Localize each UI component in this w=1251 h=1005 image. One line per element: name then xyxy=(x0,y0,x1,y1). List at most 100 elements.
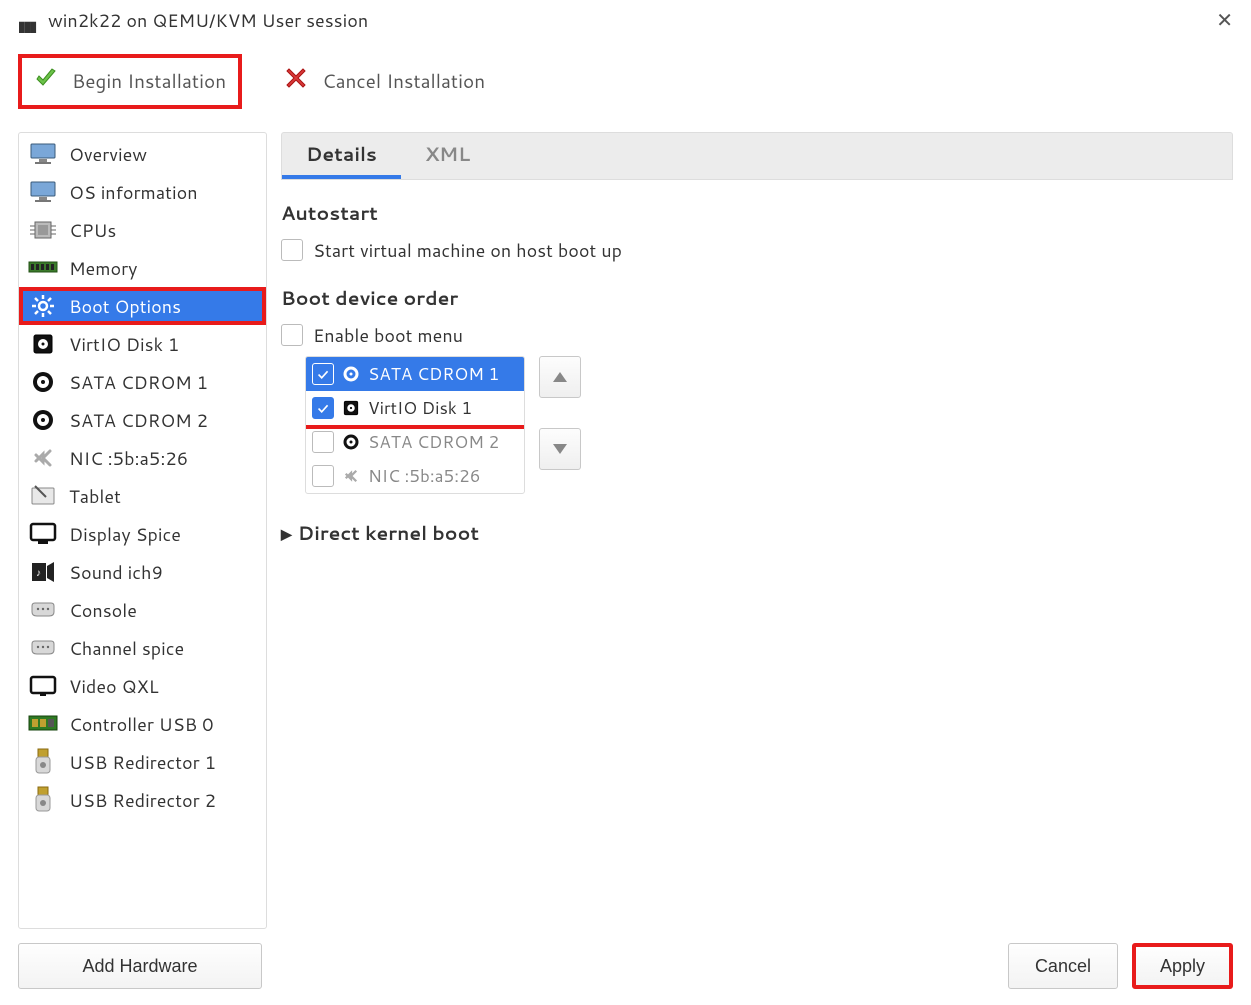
sidebar-item-label: CPUs xyxy=(69,217,116,243)
begin-installation-button[interactable]: Begin Installation xyxy=(18,54,242,109)
sidebar-item-label: VirtIO Disk 1 xyxy=(69,331,179,357)
sidebar-item-label: Sound ich9 xyxy=(69,559,163,585)
sidebar-item-memory[interactable]: Memory xyxy=(19,249,266,287)
nic-icon xyxy=(27,444,59,472)
cancel-installation-button[interactable]: Cancel Installation xyxy=(272,58,497,105)
sidebar-item-virtio-disk-1[interactable]: VirtIO Disk 1 xyxy=(19,325,266,363)
sidebar-item-console[interactable]: Console xyxy=(19,591,266,629)
cpu-icon xyxy=(27,216,59,244)
sidebar-item-tablet[interactable]: Tablet xyxy=(19,477,266,515)
usb-icon xyxy=(27,748,59,776)
sidebar-item-cpus[interactable]: CPUs xyxy=(19,211,266,249)
boot-reorder-buttons xyxy=(539,356,581,470)
svg-text:♪: ♪ xyxy=(36,566,41,580)
monitor-icon xyxy=(27,140,59,168)
sidebar-item-label: SATA CDROM 2 xyxy=(69,407,208,433)
sidebar-item-video-qxl[interactable]: Video QXL xyxy=(19,667,266,705)
boot-device-label: NIC :5b:a5:26 xyxy=(368,464,481,488)
autostart-title: Autostart xyxy=(281,200,1233,227)
cd-icon xyxy=(27,368,59,396)
autostart-label: Start virtual machine on host boot up xyxy=(313,237,622,263)
boot-device-label: SATA CDROM 1 xyxy=(368,362,499,386)
main-panel: Details XML Autostart Start virtual mach… xyxy=(281,132,1233,929)
sidebar-item-sound-ich9[interactable]: ♪ Sound ich9 xyxy=(19,553,266,591)
autostart-row[interactable]: Start virtual machine on host boot up xyxy=(281,237,1233,263)
boot-order-title: Boot device order xyxy=(281,285,1233,312)
sidebar-item-label: OS information xyxy=(69,179,198,205)
usbctl-icon xyxy=(27,710,59,738)
serial-icon xyxy=(27,634,59,662)
tablet-icon xyxy=(27,482,59,510)
sidebar-item-overview[interactable]: Overview xyxy=(19,135,266,173)
nic-icon xyxy=(341,466,361,486)
app-icon: ▮▮▮ xyxy=(18,13,38,27)
boot-device-label: SATA CDROM 2 xyxy=(368,430,499,454)
tab-xml[interactable]: XML xyxy=(401,133,494,179)
window-title: win2k22 on QEMU/KVM User session xyxy=(48,7,1208,33)
boot-device-checkbox[interactable] xyxy=(312,397,334,419)
sidebar-item-label: Controller USB 0 xyxy=(69,711,214,737)
sidebar-item-sata-cdrom-2[interactable]: SATA CDROM 2 xyxy=(19,401,266,439)
blockdisk-icon xyxy=(341,398,361,418)
boot-device-row[interactable]: SATA CDROM 2 xyxy=(306,425,524,459)
cancel-button[interactable]: Cancel xyxy=(1008,943,1118,989)
boot-device-list[interactable]: SATA CDROM 1 VirtIO Disk 1 SATA CDROM 2 NIC… xyxy=(305,356,525,494)
sidebar-item-label: Display Spice xyxy=(69,521,181,547)
add-hardware-button[interactable]: Add Hardware xyxy=(18,943,262,989)
direct-kernel-boot-expander[interactable]: ▶ Direct kernel boot xyxy=(281,520,1233,547)
display-icon xyxy=(27,520,59,548)
boot-device-row[interactable]: VirtIO Disk 1 xyxy=(306,391,524,425)
serial-icon xyxy=(27,596,59,624)
blockdisk-icon xyxy=(27,330,59,358)
sidebar-item-label: Overview xyxy=(69,141,147,167)
begin-installation-label: Begin Installation xyxy=(72,68,226,95)
toolbar: Begin Installation Cancel Installation xyxy=(0,40,1251,132)
sidebar-item-display-spice[interactable]: Display Spice xyxy=(19,515,266,553)
check-icon xyxy=(34,66,58,97)
usb-icon xyxy=(27,786,59,814)
titlebar: ▮▮▮ win2k22 on QEMU/KVM User session ✕ xyxy=(0,0,1251,40)
move-up-button[interactable] xyxy=(539,356,581,398)
cd-icon xyxy=(341,432,361,452)
sound-icon: ♪ xyxy=(27,558,59,586)
cancel-installation-label: Cancel Installation xyxy=(322,68,485,95)
cd-icon xyxy=(27,406,59,434)
sidebar-item-label: USB Redirector 1 xyxy=(69,749,216,775)
tabs: Details XML xyxy=(281,132,1233,180)
boot-device-row[interactable]: NIC :5b:a5:26 xyxy=(306,459,524,493)
footer: Add Hardware Cancel Apply xyxy=(0,943,1251,1005)
sidebar-item-sata-cdrom-1[interactable]: SATA CDROM 1 xyxy=(19,363,266,401)
boot-device-checkbox[interactable] xyxy=(312,363,334,385)
boot-device-checkbox[interactable] xyxy=(312,465,334,487)
sidebar-item-boot-options[interactable]: Boot Options xyxy=(19,287,266,325)
details-content: Autostart Start virtual machine on host … xyxy=(281,180,1233,929)
sidebar-item-label: Tablet xyxy=(69,483,121,509)
boot-device-label: VirtIO Disk 1 xyxy=(368,396,472,420)
hardware-sidebar: Overview OS information CPUs Memory Boot Opt… xyxy=(18,132,267,929)
sidebar-item-label: USB Redirector 2 xyxy=(69,787,216,813)
monitor-icon xyxy=(27,178,59,206)
sidebar-item-controller-usb-0[interactable]: Controller USB 0 xyxy=(19,705,266,743)
triangle-right-icon: ▶ xyxy=(281,524,292,544)
enable-boot-menu-label: Enable boot menu xyxy=(313,322,463,348)
sidebar-item-usb-redirector-2[interactable]: USB Redirector 2 xyxy=(19,781,266,819)
autostart-checkbox[interactable] xyxy=(281,239,303,261)
move-down-button[interactable] xyxy=(539,428,581,470)
sidebar-item-os-information[interactable]: OS information xyxy=(19,173,266,211)
sidebar-item-nic-5b-a5-26[interactable]: NIC :5b:a5:26 xyxy=(19,439,266,477)
direct-kernel-boot-label: Direct kernel boot xyxy=(298,520,479,547)
sidebar-item-label: SATA CDROM 1 xyxy=(69,369,208,395)
sidebar-item-label: Boot Options xyxy=(69,293,181,319)
sidebar-item-label: Memory xyxy=(69,255,137,281)
boot-device-row[interactable]: SATA CDROM 1 xyxy=(306,357,524,391)
boot-device-checkbox[interactable] xyxy=(312,431,334,453)
sidebar-item-usb-redirector-1[interactable]: USB Redirector 1 xyxy=(19,743,266,781)
apply-button[interactable]: Apply xyxy=(1132,943,1233,989)
enable-boot-menu-row[interactable]: Enable boot menu xyxy=(281,322,1233,348)
tab-details[interactable]: Details xyxy=(282,133,401,179)
sidebar-item-channel-spice[interactable]: Channel spice xyxy=(19,629,266,667)
window-close-button[interactable]: ✕ xyxy=(1208,2,1241,38)
cancel-icon xyxy=(284,66,308,97)
enable-boot-menu-checkbox[interactable] xyxy=(281,324,303,346)
ram-icon xyxy=(27,254,59,282)
